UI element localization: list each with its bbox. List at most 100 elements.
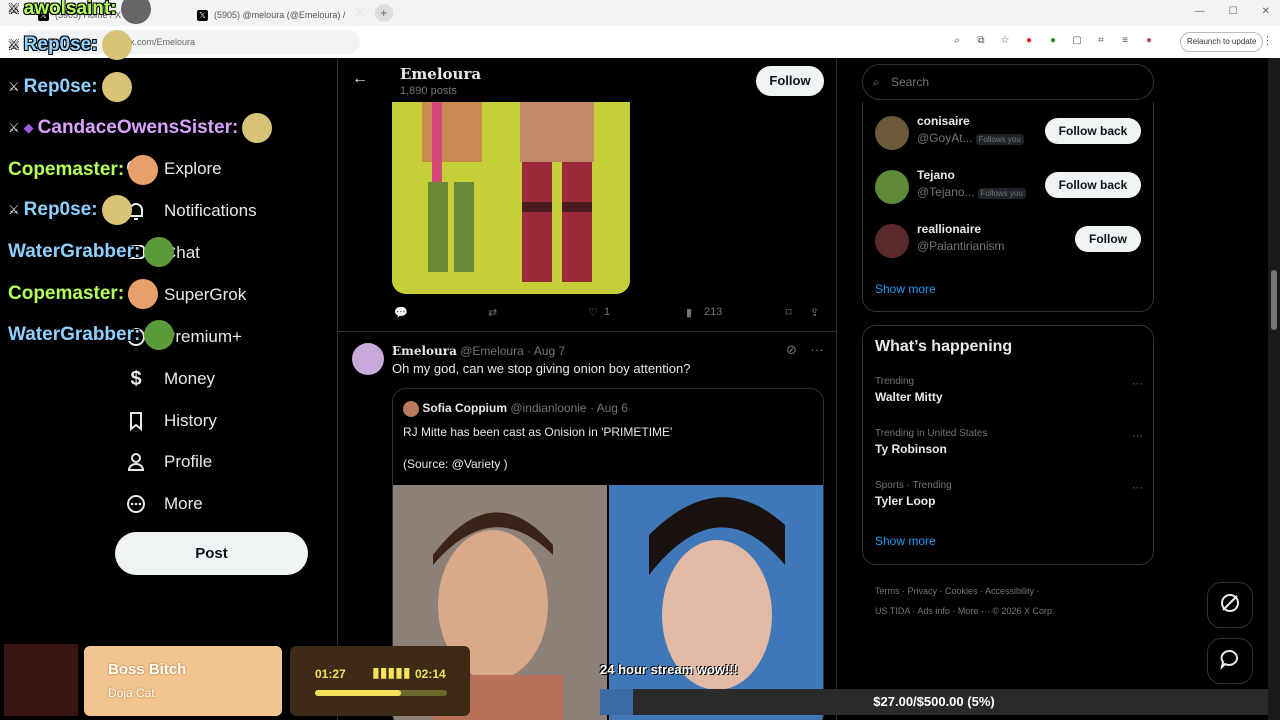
views-icon[interactable]: ▮ bbox=[686, 306, 692, 319]
handle-text: @Tejano... bbox=[917, 185, 975, 199]
avatar[interactable] bbox=[875, 170, 909, 204]
quote-photo-right[interactable] bbox=[609, 485, 823, 720]
tweet-image-cartoon[interactable] bbox=[392, 102, 630, 294]
star-icon[interactable]: ☆ bbox=[998, 34, 1012, 48]
back-arrow-icon[interactable]: ← bbox=[352, 70, 368, 88]
chat-user: WaterGrabber: bbox=[8, 241, 141, 262]
chat-user: Rep0se: bbox=[23, 34, 98, 55]
nav-label: Notifications bbox=[164, 201, 257, 220]
emote-icon bbox=[144, 237, 175, 267]
view-count: 213 bbox=[704, 306, 723, 318]
donation-goal-text: $27.00/$500.00 (5%) bbox=[873, 694, 995, 709]
avatar[interactable] bbox=[875, 116, 909, 150]
like-icon[interactable]: ♡ bbox=[588, 306, 598, 319]
extension-icon[interactable]: ● bbox=[1022, 34, 1036, 48]
nav-label: Profile bbox=[164, 452, 213, 471]
puzzle-icon[interactable]: ⌗ bbox=[1094, 34, 1108, 48]
chat-user: Copemaster: bbox=[8, 283, 125, 304]
relaunch-button[interactable]: Relaunch to update bbox=[1180, 32, 1264, 52]
extension-icon[interactable]: ▢ bbox=[1070, 34, 1084, 48]
follow-suggestion[interactable]: Tejano @Tejano... Follows you Follow back bbox=[875, 166, 1143, 206]
badge-icon: ⚔ bbox=[8, 37, 20, 52]
tweet-menu: ⊘ ··· bbox=[786, 342, 824, 358]
follow-back-button[interactable]: Follow back bbox=[1045, 118, 1141, 144]
trend-item[interactable]: Sports · Trending Tyler Loop ··· bbox=[875, 480, 1143, 508]
window-controls: — ☐ ✕ bbox=[1195, 6, 1270, 17]
search-icon: ⌕ bbox=[873, 75, 880, 89]
reply-icon[interactable]: 💬 bbox=[394, 306, 408, 319]
minimize-icon[interactable]: — bbox=[1195, 6, 1205, 17]
footer-links[interactable]: US TIDA · Ads info · More ··· © 2026 X C… bbox=[875, 601, 1145, 621]
browser-menu-icon[interactable]: ⋮ bbox=[1262, 34, 1273, 47]
trend-item[interactable]: Trending Walter Mitty ··· bbox=[875, 376, 1143, 404]
follow-back-button[interactable]: Follow back bbox=[1045, 172, 1141, 198]
retweet-icon[interactable]: ⇄ bbox=[488, 306, 497, 319]
search-input[interactable]: ⌕ Search bbox=[862, 64, 1154, 100]
follow-button[interactable]: Follow bbox=[756, 66, 824, 96]
nav-item-profile[interactable]: Profile bbox=[126, 447, 212, 477]
time-elapsed: 01:27 bbox=[315, 667, 346, 681]
grok-fab[interactable] bbox=[1207, 582, 1253, 628]
nav-label: Money bbox=[164, 369, 216, 388]
emote-icon bbox=[101, 195, 132, 225]
trend-item[interactable]: Trending in United States Ty Robinson ··… bbox=[875, 428, 1143, 456]
song-title: Boss Bitch bbox=[108, 661, 187, 678]
new-tab-icon[interactable]: + bbox=[374, 4, 393, 22]
share-icon[interactable]: ⇪ bbox=[810, 306, 819, 319]
nav-item-notifications[interactable]: Notifications bbox=[126, 196, 257, 226]
maximize-icon[interactable]: ☐ bbox=[1229, 6, 1238, 17]
more-dots-icon[interactable]: ··· bbox=[811, 342, 824, 357]
like-count: 1 bbox=[604, 306, 611, 318]
nav-item-history[interactable]: History bbox=[126, 406, 217, 436]
browser-tab-profile[interactable]: 𝕏 (5905) @meloura (@Emeloura) / bbox=[189, 4, 353, 26]
chat-line: Copemaster: bbox=[8, 155, 159, 185]
tweet-author-name[interactable]: Emeloura bbox=[392, 344, 457, 358]
close-tab-icon[interactable]: ✕ bbox=[353, 3, 366, 23]
zoom-icon[interactable]: ⌕ bbox=[950, 34, 964, 48]
more-dots-icon[interactable]: ··· bbox=[1132, 482, 1143, 494]
chat-user: Rep0se: bbox=[23, 76, 98, 97]
right-sidebar: ⌕ Search conisaire @GoyAt... Follows you … bbox=[837, 58, 1280, 720]
follow-suggestion[interactable]: conisaire @GoyAt... Follows you Follow ba… bbox=[875, 112, 1143, 152]
now-playing-overlay: Boss Bitch Doja Cat 01:27 ▮▮▮▮▮ 02:14 bbox=[0, 644, 470, 716]
page-scrollbar[interactable] bbox=[1268, 58, 1280, 720]
close-window-icon[interactable]: ✕ bbox=[1262, 6, 1270, 17]
badge-icon: ⚔ bbox=[8, 79, 20, 94]
chat-user: WaterGrabber: bbox=[8, 324, 141, 345]
profile-name: Emeloura bbox=[400, 65, 482, 83]
reading-list-icon[interactable]: ≡ bbox=[1118, 34, 1132, 48]
extension-icon[interactable]: ● bbox=[1046, 34, 1060, 48]
show-more-link[interactable]: Show more bbox=[875, 534, 936, 548]
more-dots-icon[interactable]: ··· bbox=[1132, 430, 1143, 442]
avatar[interactable] bbox=[875, 224, 909, 258]
bookmark-icon bbox=[126, 411, 146, 431]
follow-button[interactable]: Follow bbox=[1075, 226, 1141, 252]
nav-label: History bbox=[164, 411, 217, 430]
show-more-link[interactable]: Show more bbox=[875, 282, 936, 296]
trend-context: Trending bbox=[875, 376, 915, 387]
chat-line: WaterGrabber: bbox=[8, 320, 175, 350]
song-artist: Doja Cat bbox=[108, 686, 155, 700]
nav-item-money[interactable]: $ Money bbox=[126, 364, 215, 394]
post-button[interactable]: Post bbox=[115, 532, 308, 575]
tweet-date[interactable]: · Aug 7 bbox=[527, 344, 565, 358]
bookmark-icon[interactable]: ⌑ bbox=[786, 306, 792, 319]
follow-suggestion[interactable]: reallionaire @Palantirianism Follow bbox=[875, 220, 1143, 260]
footer-links[interactable]: Terms · Privacy · Cookies · Accessibilit… bbox=[875, 581, 1145, 601]
more-dots-icon[interactable]: ··· bbox=[1132, 378, 1143, 390]
install-icon[interactable]: ⧉ bbox=[974, 34, 988, 48]
messages-fab[interactable] bbox=[1207, 638, 1253, 684]
emote-icon bbox=[144, 320, 175, 350]
nav-item-more[interactable]: More bbox=[126, 489, 203, 519]
grok-icon bbox=[1219, 592, 1241, 619]
time-total: 02:14 bbox=[415, 667, 446, 681]
avatar[interactable] bbox=[352, 343, 384, 375]
donation-goal-bar: $27.00/$500.00 (5%) bbox=[600, 689, 1268, 715]
nav-label: Explore bbox=[164, 159, 222, 178]
scrollbar-thumb[interactable] bbox=[1271, 270, 1277, 330]
grok-icon[interactable]: ⊘ bbox=[786, 342, 797, 357]
account-avatar-icon[interactable]: ● bbox=[1142, 34, 1156, 48]
chat-line: ⚔ Rep0se: bbox=[8, 195, 132, 225]
tweet-author-handle[interactable]: @Emeloura bbox=[460, 344, 524, 358]
handle-text: @GoyAt... bbox=[917, 131, 973, 145]
